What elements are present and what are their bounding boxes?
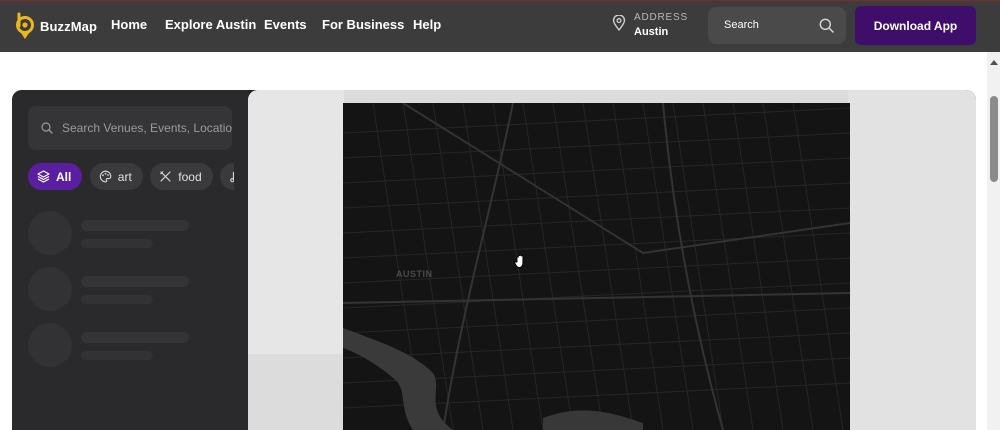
skeleton-subtitle [81,295,153,304]
filter-chip-label: art [117,169,132,184]
map-tile[interactable]: AUSTIN [343,103,850,430]
skeleton-avatar [28,267,72,311]
skeleton-title [81,332,189,343]
buzzmap-pin-icon [14,12,36,40]
brand-logo[interactable]: BuzzMap [14,11,97,41]
grab-hand-icon [513,253,529,274]
map-loading-area [248,90,344,354]
palette-icon [99,170,112,183]
venue-skeleton-item [28,267,238,313]
scroll-up-arrow-icon[interactable] [990,60,998,65]
venue-search-input[interactable]: Search Venues, Events, Locations [28,106,232,150]
brand-name: BuzzMap [40,18,98,34]
venue-skeleton-item [28,211,238,257]
venue-skeleton-item [28,323,238,369]
address-selector[interactable]: ADDRESS Austin [612,11,688,39]
address-value: Austin [634,26,669,38]
explore-panel: Search Venues, Events, Locations All art… [12,90,976,430]
search-icon [41,121,53,139]
skeleton-title [81,276,189,287]
filter-chip-all[interactable]: All [28,163,83,190]
filter-chip-music[interactable]: music [220,163,234,190]
search-icon[interactable] [819,18,834,38]
category-filter-chips: All art food [28,163,234,191]
map-view[interactable]: AUSTIN [248,90,976,430]
map-loading-area [848,90,976,430]
utensils-icon [160,171,171,182]
skeleton-avatar [28,323,72,367]
skeleton-title [81,220,189,231]
map-city-label: AUSTIN [396,269,433,279]
layers-icon [37,170,50,183]
venue-sidebar: Search Venues, Events, Locations All art… [12,90,248,430]
filter-chip-food[interactable]: food [150,163,213,190]
skeleton-subtitle [81,239,153,248]
header-search-box[interactable]: Search [708,7,846,44]
nav-explore-austin[interactable]: Explore Austin [165,17,256,32]
filter-chip-art[interactable]: art [89,163,143,190]
venue-search-placeholder: Search Venues, Events, Locations [62,121,232,135]
nav-home[interactable]: Home [111,17,147,32]
filter-chip-label: All [56,169,72,184]
filter-chip-label: food [178,169,202,184]
street-grid [343,103,850,430]
skeleton-subtitle [81,351,153,360]
header-search-label: Search [724,19,759,31]
address-label: ADDRESS [634,12,688,23]
scrollbar-thumb[interactable] [990,96,998,182]
music-note-icon [230,171,234,183]
location-pin-icon [612,13,626,36]
nav-events[interactable]: Events [264,17,307,32]
top-navigation-bar: BuzzMap Home Explore Austin Events For B… [0,0,1000,52]
nav-for-business[interactable]: For Business [322,17,404,32]
download-app-button[interactable]: Download App [855,6,976,45]
skeleton-avatar [28,211,72,255]
nav-help[interactable]: Help [413,17,441,32]
